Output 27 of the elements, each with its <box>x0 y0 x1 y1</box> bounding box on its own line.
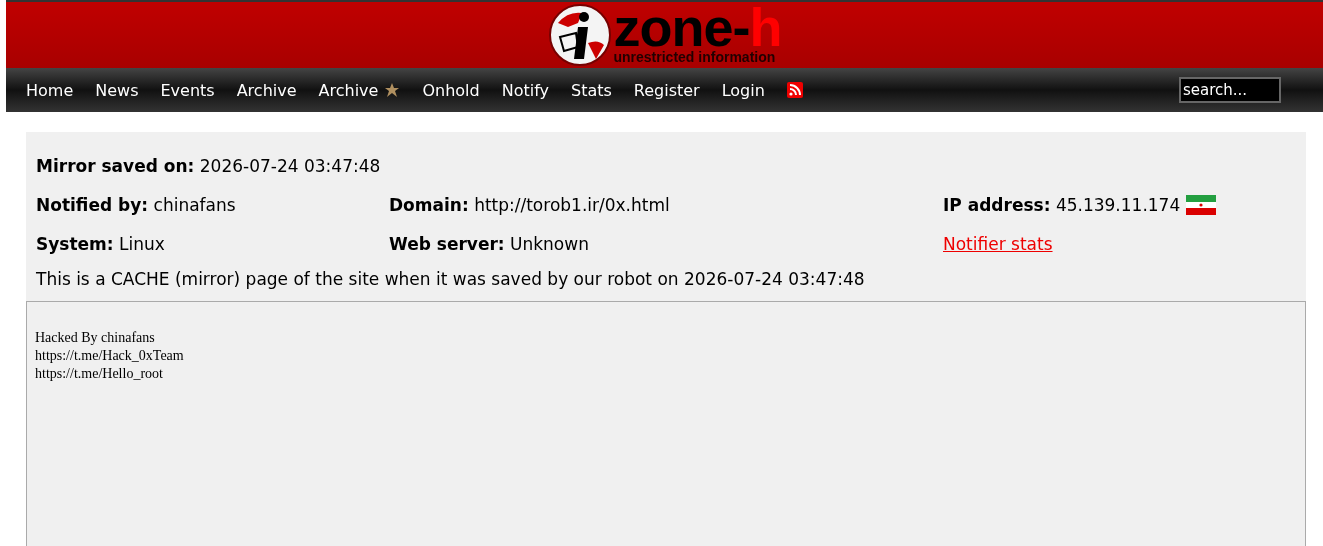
system-name: System: Linux <box>36 232 165 256</box>
nav-link[interactable]: Archive <box>318 80 411 100</box>
nav-link[interactable]: Events <box>160 80 225 100</box>
search-field[interactable]: search... <box>1179 77 1281 103</box>
mirror-text: https://t.me/Hello_root <box>35 365 164 383</box>
mirror-text: https://t.me/Hack_0xTeam <box>35 347 185 365</box>
cache-note: This is a CACHE (mirror) page of the site when it was saved by our robot on 2026-07-24 03:47:48 <box>36 268 866 291</box>
rss-icon[interactable] <box>786 82 803 98</box>
mirror-saved-date: Mirror saved on: 2026-07-24 03:47:48 <box>36 154 381 178</box>
nav-link[interactable]: Home <box>26 80 84 100</box>
logo-tagline: unrestricted information <box>613 50 777 64</box>
notifier-name: Notified by: chinafans <box>36 193 236 217</box>
nav-link[interactable]: Onhold <box>422 80 490 100</box>
notifier-stats-link[interactable]: Notifier stats <box>943 233 1053 254</box>
domain-url: Domain: http://torob1.ir/0x.html <box>389 193 670 217</box>
nav-link[interactable]: Notify <box>501 80 559 100</box>
globe-logo-icon <box>547 3 612 67</box>
mirror-text: Hacked By chinafans <box>35 329 156 347</box>
nav-link[interactable]: Stats <box>570 80 622 100</box>
ip-address: IP address: 45.139.11.174 <box>943 193 1181 217</box>
nav-link[interactable]: Register <box>633 80 710 100</box>
nav-link[interactable]: Archive <box>236 80 307 100</box>
star-icon <box>384 82 401 98</box>
flag-icon <box>1186 194 1217 215</box>
web-server: Web server: Unknown <box>389 232 589 256</box>
nav-link[interactable]: Login <box>721 80 775 100</box>
nav-link[interactable]: News <box>95 80 149 100</box>
